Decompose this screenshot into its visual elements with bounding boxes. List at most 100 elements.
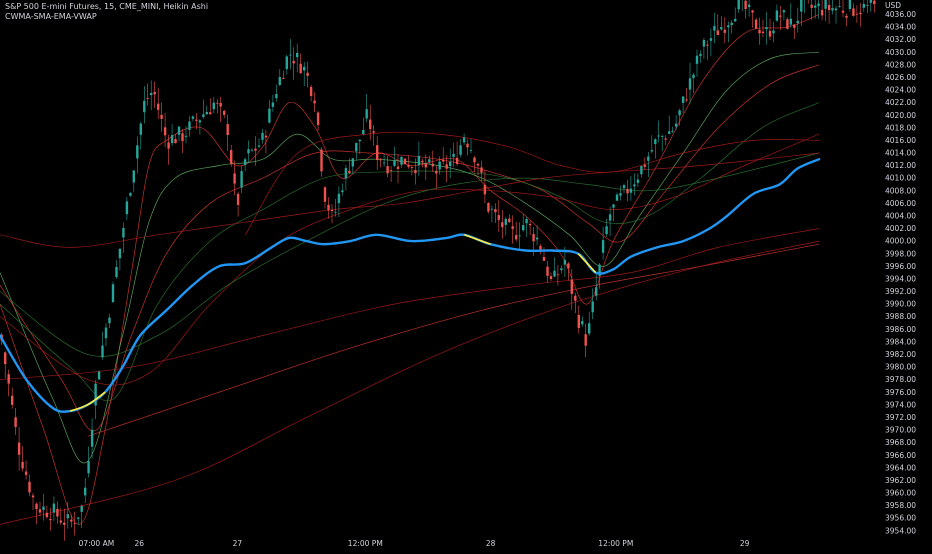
candle-body bbox=[400, 156, 403, 165]
candle-body bbox=[681, 96, 685, 103]
candle-body bbox=[212, 102, 215, 110]
price-tick-label: 3966.00 bbox=[885, 451, 916, 460]
candle-body bbox=[685, 99, 688, 101]
candle-body bbox=[765, 27, 768, 30]
candle-body bbox=[664, 138, 667, 140]
candle-body bbox=[125, 201, 129, 215]
candle-body bbox=[650, 150, 653, 152]
price-axis[interactable]: 4036.00 4034.00 4032.00 4030.00 4028.00 4026.… bbox=[878, 0, 932, 550]
candle-body bbox=[136, 145, 139, 159]
price-tick-label: 3976.00 bbox=[885, 388, 916, 397]
candle-body bbox=[184, 135, 188, 137]
candle-body bbox=[334, 211, 337, 213]
price-tick-label: 4010.00 bbox=[885, 174, 916, 183]
candle-body bbox=[716, 30, 719, 35]
price-tick-label: 4030.00 bbox=[885, 48, 916, 57]
candle-body bbox=[487, 203, 490, 212]
candle-body bbox=[848, 0, 852, 9]
candle-body bbox=[674, 123, 678, 127]
chart-svg[interactable]: 4036.00 4034.00 4032.00 4030.00 4028.00 4026.… bbox=[0, 0, 932, 550]
candle-body bbox=[831, 8, 834, 11]
candle-body bbox=[278, 77, 281, 85]
candle-body bbox=[751, 10, 754, 13]
candle-body bbox=[678, 110, 681, 116]
candle-body bbox=[84, 487, 87, 496]
candle-body bbox=[309, 86, 313, 96]
candle-body bbox=[702, 40, 706, 47]
candle-body bbox=[233, 173, 236, 184]
candle-body bbox=[80, 506, 83, 512]
candle-body bbox=[438, 161, 441, 170]
candle-body bbox=[31, 495, 35, 498]
candle-body bbox=[810, 4, 813, 8]
candle-body bbox=[866, 5, 869, 6]
candle-body bbox=[205, 112, 208, 115]
price-tick-label: 4008.00 bbox=[885, 186, 916, 195]
candle-body bbox=[42, 506, 45, 510]
candle-body bbox=[713, 25, 716, 31]
candle-body bbox=[793, 24, 796, 28]
candle-body bbox=[407, 165, 410, 167]
candle-body bbox=[414, 170, 417, 174]
candle-body bbox=[768, 30, 772, 37]
candle-body bbox=[11, 395, 14, 405]
candle-body bbox=[111, 284, 115, 303]
candle-body bbox=[469, 150, 473, 151]
price-tick-label: 3960.00 bbox=[885, 489, 916, 498]
candle-body bbox=[622, 185, 626, 189]
candle-body bbox=[167, 142, 170, 149]
candle-body bbox=[382, 162, 386, 164]
candle-body bbox=[90, 429, 94, 447]
price-tick-label: 3970.00 bbox=[885, 426, 916, 435]
price-tick-label: 3982.00 bbox=[885, 350, 916, 359]
candle-body bbox=[494, 209, 497, 213]
candle-body bbox=[449, 161, 452, 167]
candle-body bbox=[188, 121, 191, 130]
symbol-title[interactable]: S&P 500 E-mini Futures, 15, CME_MINI, He… bbox=[5, 2, 208, 12]
candle-body bbox=[730, 22, 733, 26]
candle-body bbox=[170, 135, 174, 144]
candle-body bbox=[344, 168, 348, 179]
candle-body bbox=[160, 114, 163, 119]
candle-body bbox=[504, 218, 507, 225]
candle-body bbox=[250, 149, 254, 151]
candle-body bbox=[28, 481, 31, 493]
candle-body bbox=[723, 29, 726, 33]
candle-body bbox=[643, 164, 646, 167]
price-tick-label: 4036.00 bbox=[885, 10, 916, 19]
candle-body bbox=[608, 214, 612, 221]
time-tick-label: 28 bbox=[486, 539, 496, 548]
candle-body bbox=[163, 127, 167, 136]
candle-body bbox=[202, 114, 205, 118]
price-tick-label: 4028.00 bbox=[885, 60, 916, 69]
candle-body bbox=[191, 116, 195, 119]
candle-body bbox=[560, 268, 563, 271]
candle-body bbox=[21, 461, 24, 469]
candle-body bbox=[56, 508, 59, 517]
price-tick-label: 4022.00 bbox=[885, 98, 916, 107]
candle-body bbox=[636, 179, 640, 183]
price-tick-label: 3968.00 bbox=[885, 438, 916, 447]
candle-body bbox=[855, 13, 859, 15]
candle-body bbox=[129, 193, 132, 196]
price-tick-label: 4032.00 bbox=[885, 35, 916, 44]
chart-area[interactable]: 4036.00 4034.00 4032.00 4030.00 4028.00 4026.… bbox=[0, 0, 932, 550]
candle-body bbox=[657, 135, 660, 137]
price-tick-label: 3984.00 bbox=[885, 337, 916, 346]
candle-body bbox=[431, 163, 434, 167]
candle-body bbox=[292, 60, 295, 64]
candle-body bbox=[462, 137, 466, 143]
indicator-name[interactable]: CWMA-SMA-EMA-VWAP bbox=[5, 12, 208, 22]
candle-body bbox=[303, 66, 306, 71]
time-tick-label: 26 bbox=[135, 539, 145, 548]
candle-body bbox=[814, 5, 817, 8]
candle-body bbox=[455, 157, 459, 164]
candle-body bbox=[775, 10, 779, 21]
candle-body bbox=[351, 158, 354, 167]
price-tick-label: 3978.00 bbox=[885, 375, 916, 384]
candle-body bbox=[605, 226, 608, 235]
candle-body bbox=[588, 323, 591, 334]
candle-body bbox=[688, 78, 692, 90]
candle-body bbox=[515, 235, 518, 240]
candle-body bbox=[497, 215, 500, 220]
